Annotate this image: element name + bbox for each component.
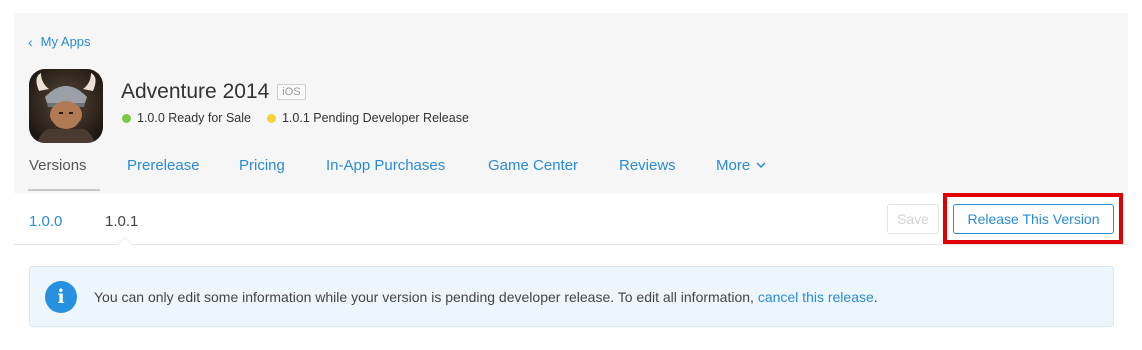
save-button[interactable]: Save: [887, 204, 939, 234]
tab-more-label: More: [716, 157, 751, 174]
back-link-label: My Apps: [40, 34, 91, 49]
back-to-my-apps-link[interactable]: ‹ My Apps: [28, 34, 91, 49]
platform-badge: iOS: [277, 84, 306, 100]
yellow-status-dot-icon: [266, 113, 276, 123]
active-tab-underline: [28, 189, 100, 191]
status-label: 1.0.1 Pending Developer Release: [281, 111, 469, 125]
tab-pricing[interactable]: Pricing: [239, 157, 285, 174]
info-notice-text: You can only edit some information while…: [94, 289, 878, 305]
info-icon: i: [45, 281, 77, 313]
chevron-down-icon: [756, 162, 766, 169]
app-icon: [29, 69, 103, 143]
cancel-release-link[interactable]: cancel this release: [758, 289, 874, 305]
notice-period: .: [873, 289, 878, 305]
tab-game-center[interactable]: Game Center: [488, 157, 578, 174]
app-tabs: Versions Prerelease Pricing In-App Purch…: [14, 157, 1128, 193]
version-tab-1-0-1[interactable]: 1.0.1: [105, 213, 138, 230]
version-tab-1-0-0[interactable]: 1.0.0: [29, 213, 62, 230]
tab-versions[interactable]: Versions: [29, 157, 87, 174]
notice-message: You can only edit some information while…: [94, 289, 758, 305]
info-notice: i You can only edit some information whi…: [29, 266, 1114, 327]
app-title: Adventure 2014: [121, 80, 270, 103]
chevron-left-icon: ‹: [28, 33, 33, 50]
status-label: 1.0.0 Ready for Sale: [137, 111, 251, 125]
tab-more[interactable]: More: [716, 157, 766, 174]
green-status-dot-icon: [122, 113, 131, 123]
release-this-version-button[interactable]: Release This Version: [953, 204, 1114, 234]
app-header: ‹ My Apps Adventure 2014 iOS 1.0.0 Ready…: [14, 13, 1128, 193]
status-pending-release: 1.0.1 Pending Developer Release: [266, 111, 469, 125]
tab-prerelease[interactable]: Prerelease: [127, 157, 200, 174]
status-ready-for-sale: 1.0.0 Ready for Sale: [122, 111, 251, 125]
app-title-row: Adventure 2014 iOS: [121, 80, 306, 104]
tab-in-app-purchases[interactable]: In-App Purchases: [326, 157, 445, 174]
selected-version-caret: [117, 237, 133, 245]
tab-reviews[interactable]: Reviews: [619, 157, 676, 174]
version-status-row: 1.0.0 Ready for Sale 1.0.1 Pending Devel…: [122, 111, 485, 125]
